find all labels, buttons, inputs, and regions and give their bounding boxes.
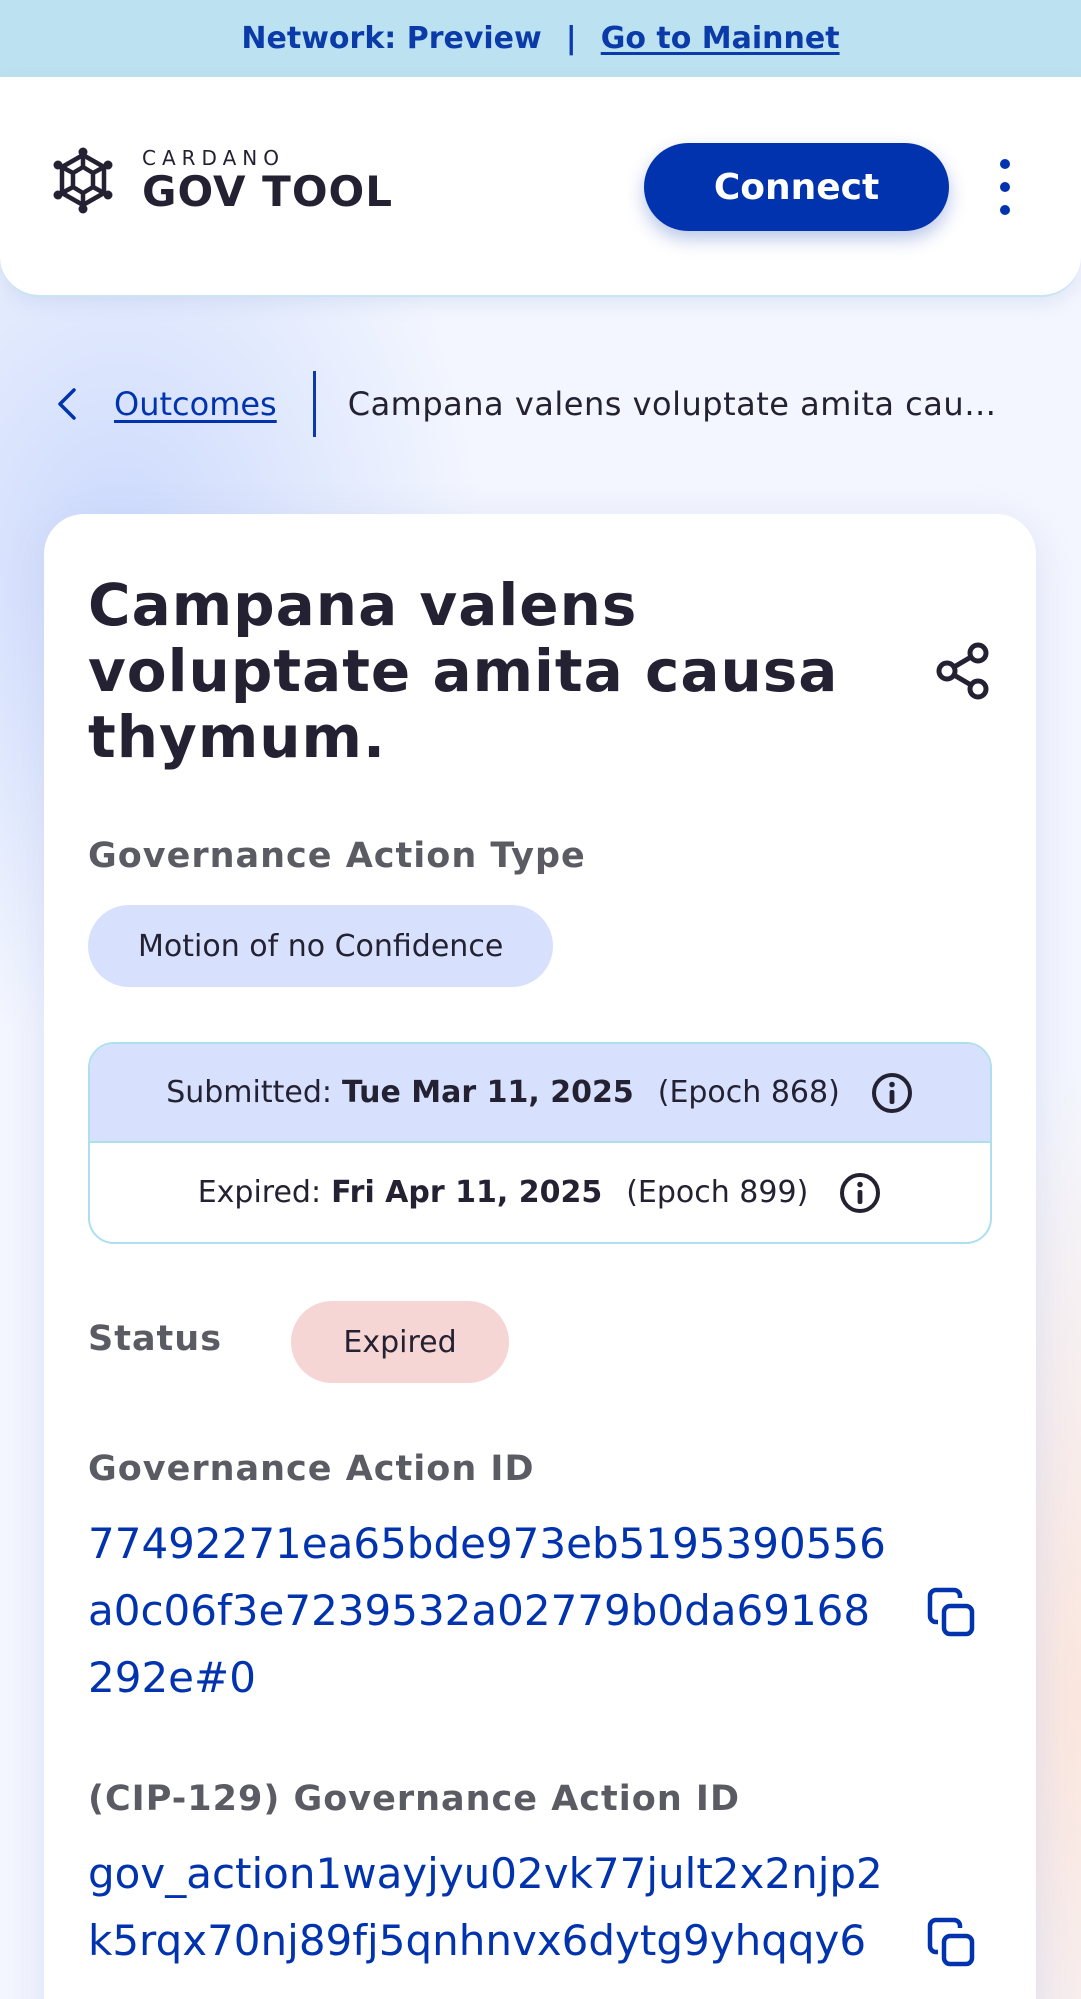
- expired-epoch: (Epoch 899): [626, 1175, 809, 1210]
- submitted-row: Submitted: Tue Mar 11, 2025 (Epoch 868): [90, 1044, 990, 1143]
- cardano-logo-icon: [53, 147, 113, 214]
- cip129-id-value[interactable]: gov_action1wayjyu02vk77jult2x2njp2k5rqx7…: [88, 1840, 888, 1999]
- share-icon[interactable]: [932, 640, 994, 702]
- expired-date: Fri Apr 11, 2025: [331, 1175, 603, 1210]
- submitted-date: Tue Mar 11, 2025: [341, 1075, 634, 1110]
- logo-small-text: CARDANO: [142, 146, 285, 170]
- page-title: Campana valens voluptate amita causa thy…: [88, 571, 839, 771]
- expired-label: Expired:: [197, 1175, 322, 1210]
- status-label: Status: [88, 1319, 223, 1359]
- breadcrumb-current: Campana valens voluptate amita causa thy…: [347, 385, 1008, 423]
- breadcrumb-outcomes-link[interactable]: Outcomes: [114, 385, 277, 423]
- chevron-left-icon[interactable]: [56, 384, 86, 424]
- network-label: Network: Preview: [241, 21, 542, 56]
- breadcrumb: Outcomes Campana valens voluptate amita …: [56, 370, 1036, 438]
- action-id-label: Governance Action ID: [88, 1449, 535, 1489]
- breadcrumb-divider: [312, 371, 316, 437]
- expired-row: Expired: Fri Apr 11, 2025 (Epoch 899): [90, 1143, 990, 1242]
- logo-wordmark: CARDANO GOV TOOL: [142, 147, 393, 215]
- copy-icon[interactable]: [924, 1916, 980, 1972]
- network-separator: |: [565, 21, 577, 56]
- action-type-chip: Motion of no Confidence: [88, 905, 554, 987]
- cip129-id-label: (CIP-129) Governance Action ID: [88, 1779, 741, 1819]
- logo-big-text: GOV TOOL: [142, 167, 393, 216]
- network-banner: Network: Preview | Go to Mainnet: [0, 0, 1081, 77]
- connect-button[interactable]: Connect: [644, 143, 949, 231]
- copy-icon[interactable]: [924, 1586, 980, 1642]
- govtool-logo[interactable]: CARDANO GOV TOOL: [42, 145, 393, 217]
- status-badge: Expired: [291, 1301, 509, 1383]
- kebab-menu-icon[interactable]: [990, 159, 1020, 215]
- info-icon[interactable]: [870, 1071, 914, 1115]
- action-id-value[interactable]: 77492271ea65bde973eb5195390556a0c06f3e72…: [88, 1510, 888, 1711]
- go-to-mainnet-link[interactable]: Go to Mainnet: [601, 21, 840, 56]
- submitted-epoch: (Epoch 868): [657, 1075, 840, 1110]
- dates-box: Submitted: Tue Mar 11, 2025 (Epoch 868) …: [88, 1042, 992, 1244]
- submitted-label: Submitted:: [166, 1075, 332, 1110]
- governance-action-card: Campana valens voluptate amita causa thy…: [44, 514, 1036, 1999]
- info-icon[interactable]: [838, 1171, 882, 1215]
- action-type-label: Governance Action Type: [88, 836, 586, 876]
- kebab-dot: [1000, 205, 1010, 215]
- kebab-dot: [1000, 159, 1010, 169]
- kebab-dot: [1000, 182, 1010, 192]
- app-header: CARDANO GOV TOOL Connect: [0, 77, 1081, 297]
